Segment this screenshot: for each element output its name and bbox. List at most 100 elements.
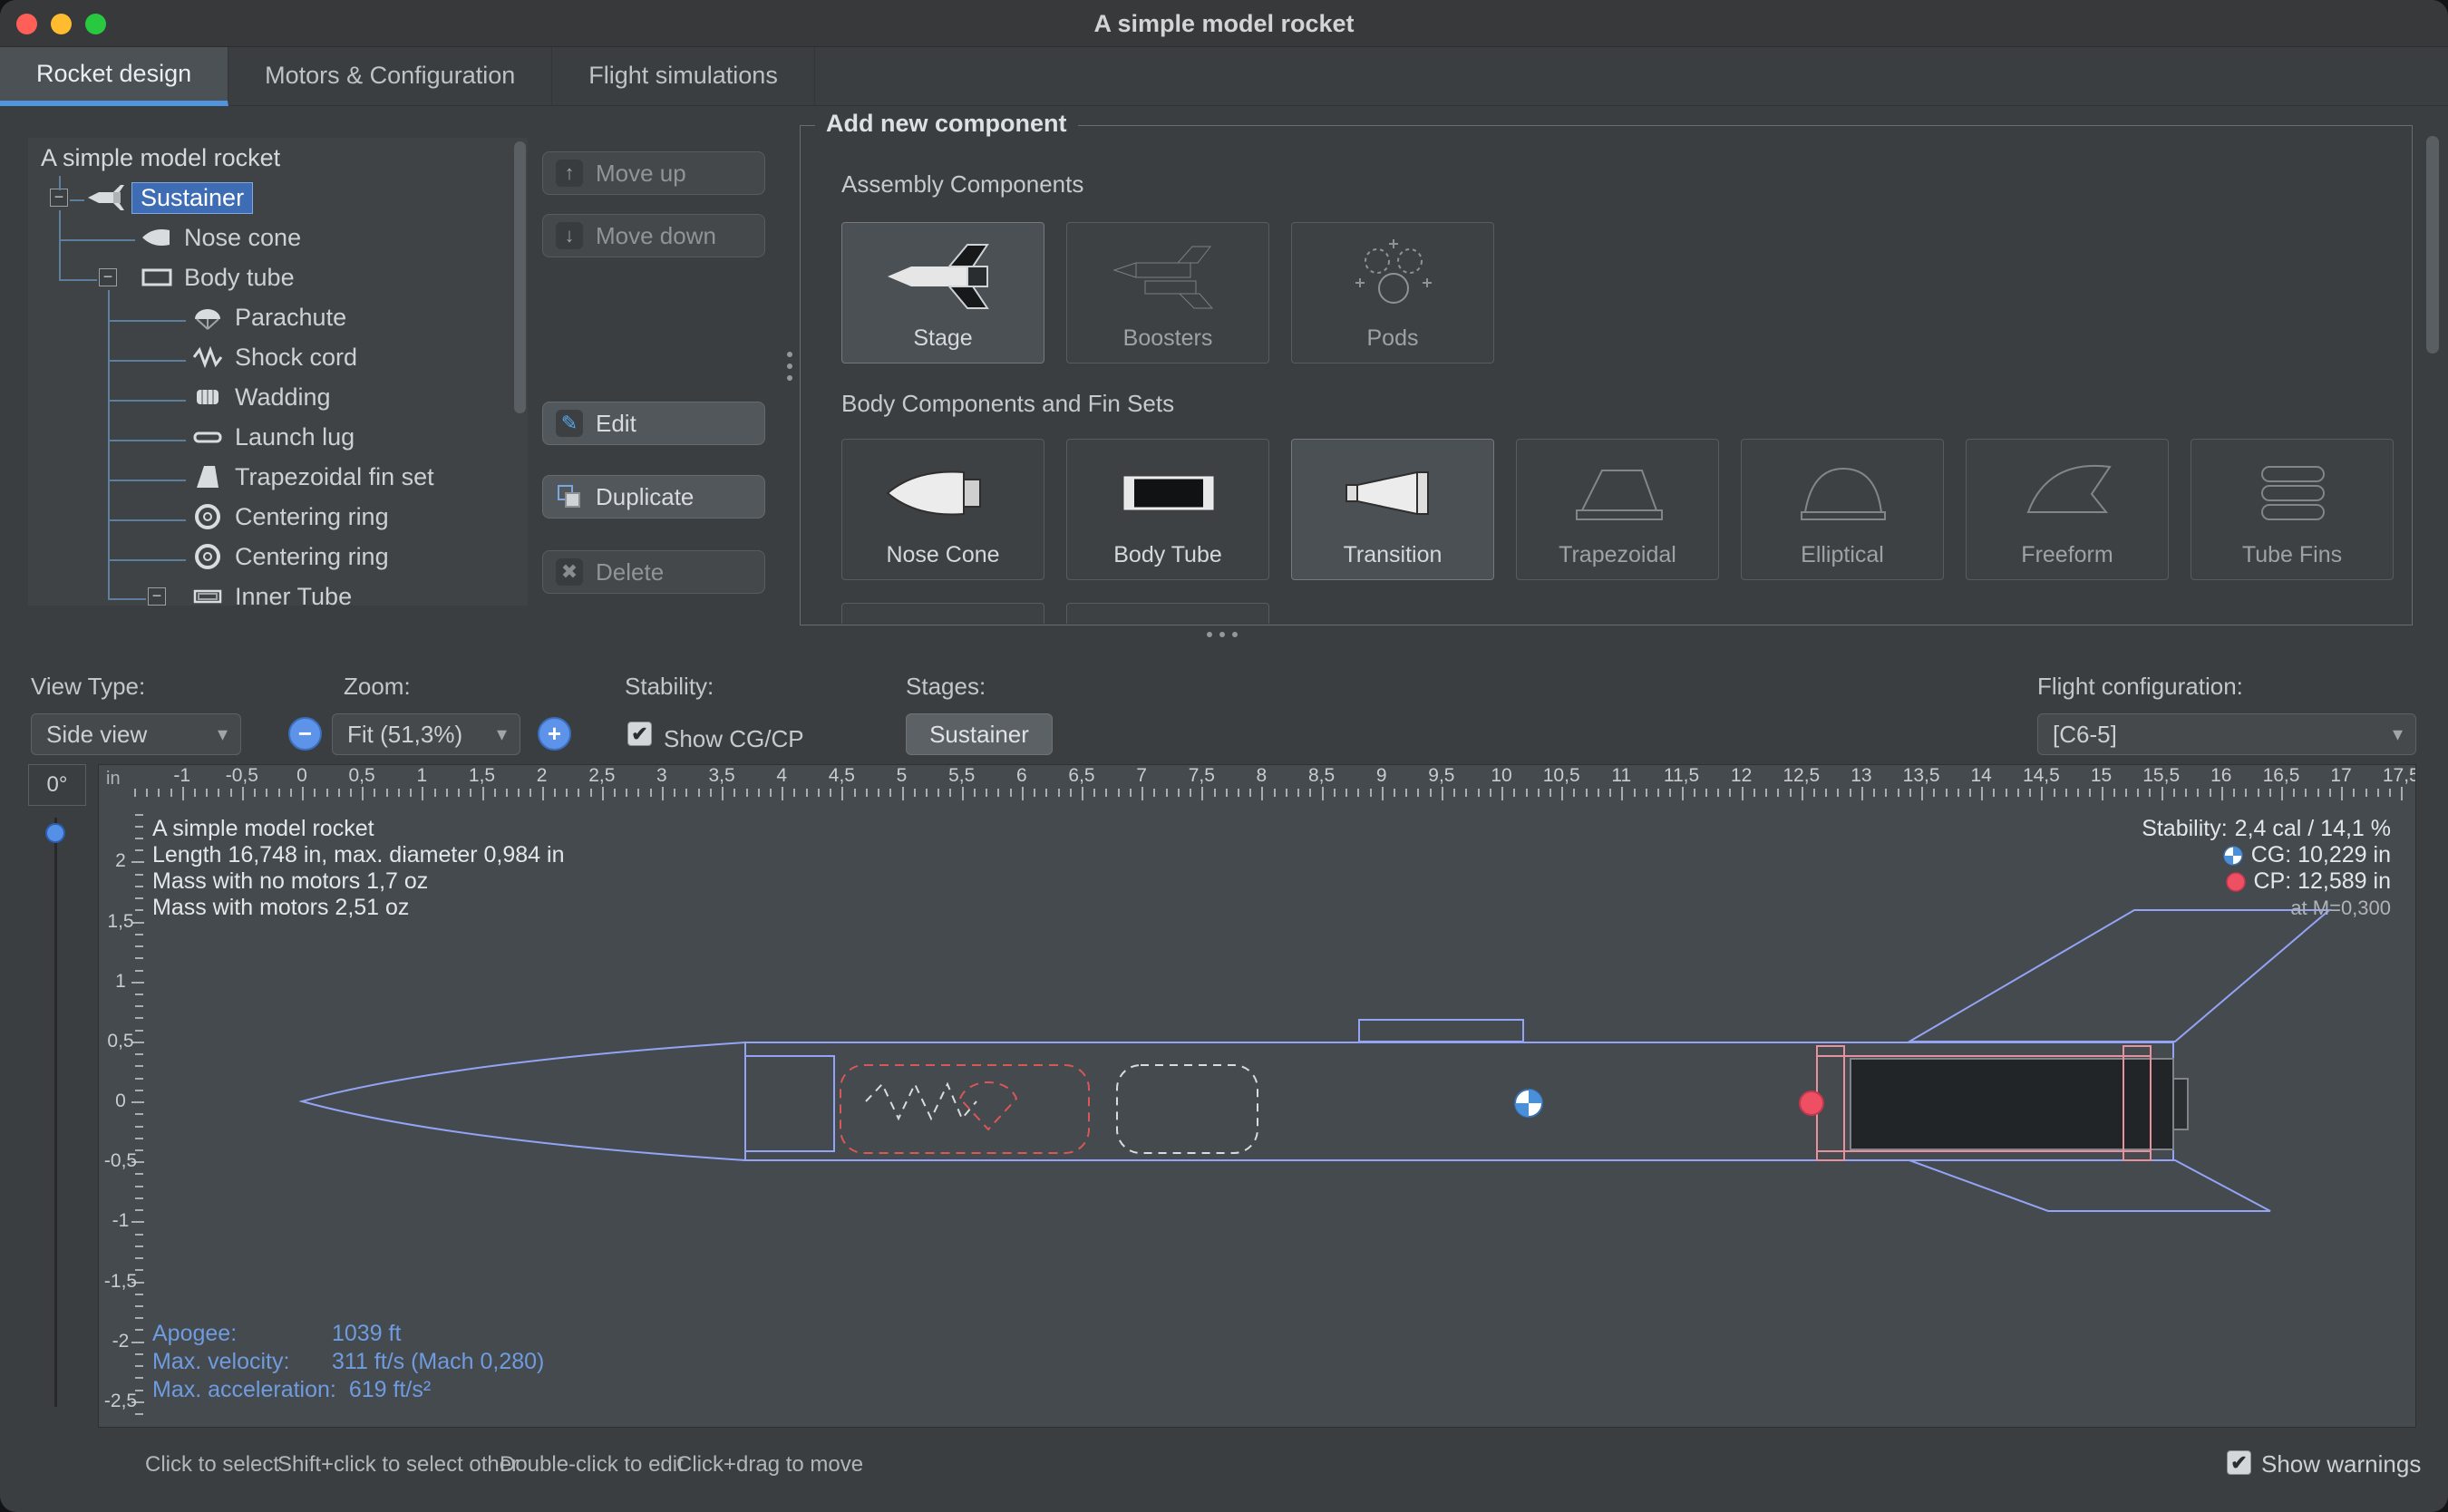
cp-legend-icon xyxy=(2225,871,2247,893)
ruler-tick xyxy=(2137,789,2139,797)
ruler-tick xyxy=(1538,789,1540,797)
tree-item-nose-cone[interactable]: Nose cone xyxy=(28,218,528,257)
ruler-tick xyxy=(2293,789,2295,797)
zoom-out-button[interactable]: − xyxy=(288,717,322,751)
tree-item-wadding[interactable]: Wadding xyxy=(28,377,528,417)
splitter-handle-horizontal[interactable] xyxy=(1207,632,1238,637)
component-button-label: Nose Cone xyxy=(842,542,1044,568)
ruler-label: 9,5 xyxy=(1428,765,1454,787)
tab-rocket-design[interactable]: Rocket design xyxy=(0,47,228,106)
flight-configuration-dropdown[interactable]: [C6-5] ▾ xyxy=(2037,713,2416,755)
zoom-in-button[interactable]: + xyxy=(538,717,571,751)
tree-item-label: Nose cone xyxy=(184,224,301,252)
show-cgcp-checkbox[interactable]: ✔ xyxy=(627,722,652,746)
collapse-handle-icon[interactable]: − xyxy=(50,189,68,207)
ruler-tick xyxy=(937,789,939,797)
rocket-name: A simple model rocket xyxy=(152,816,564,842)
ruler-tick xyxy=(878,789,879,797)
delete-button[interactable]: ✖ Delete xyxy=(542,550,765,594)
component-button-freeform[interactable]: Freeform xyxy=(1966,439,2169,580)
tree-item-parachute[interactable]: Parachute xyxy=(28,297,528,337)
move-down-button[interactable]: ↓ Move down xyxy=(542,214,765,257)
mach-note: at M=0,300 xyxy=(2290,895,2391,921)
rocket-view-canvas[interactable]: -1-0,500,511,522,533,544,555,566,577,588… xyxy=(98,764,2416,1428)
acceleration-label: Max. acceleration: xyxy=(152,1376,336,1404)
show-warnings-checkbox[interactable]: ✔ xyxy=(2227,1450,2251,1475)
component-button-nose-cone[interactable]: Nose Cone xyxy=(841,439,1044,580)
shock-cord-and-wadding[interactable] xyxy=(866,1065,1258,1153)
component-button-partial[interactable] xyxy=(841,603,1044,624)
parachute-outline[interactable] xyxy=(840,1065,1089,1153)
ruler-tick xyxy=(1453,789,1455,797)
chevron-down-icon: ▾ xyxy=(497,722,507,746)
ruler-tick xyxy=(1837,789,1839,797)
ruler-tick xyxy=(1130,789,1132,797)
ruler-tick xyxy=(446,789,448,797)
panel-scrollbar[interactable] xyxy=(2426,136,2439,354)
zoom-dropdown[interactable]: Fit (51,3%) ▾ xyxy=(332,713,520,755)
tree-item-shock-cord[interactable]: Shock cord xyxy=(28,337,528,377)
component-button-pods[interactable]: Pods xyxy=(1291,222,1494,363)
ruler-tick xyxy=(1657,789,1659,797)
ruler-tick xyxy=(637,789,639,797)
ruler-tick xyxy=(949,789,951,797)
component-button-elliptical[interactable]: Elliptical xyxy=(1741,439,1944,580)
duplicate-button[interactable]: Duplicate xyxy=(542,475,765,519)
ruler-tick xyxy=(889,789,891,797)
view-type-dropdown[interactable]: Side view ▾ xyxy=(31,713,241,755)
cp-marker-icon xyxy=(1800,1091,1823,1115)
tab-motors-configuration[interactable]: Motors & Configuration xyxy=(228,47,552,106)
ruler-tick xyxy=(135,1053,143,1055)
component-button-body-tube[interactable]: Body Tube xyxy=(1066,439,1269,580)
hint-double-click: Double-click to edit xyxy=(500,1452,684,1478)
ruler-tick xyxy=(1322,787,1324,800)
ruler-tick xyxy=(242,787,244,800)
component-button-tube-fins[interactable]: Tube Fins xyxy=(2191,439,2394,580)
fin-set-icon xyxy=(188,460,228,493)
ruler-tick xyxy=(1898,789,1899,797)
ruler-tick xyxy=(2389,789,2391,797)
component-button-partial[interactable] xyxy=(1066,603,1269,624)
collapse-handle-icon[interactable]: − xyxy=(148,587,166,606)
ruler-tick xyxy=(1022,787,1024,800)
edit-button[interactable]: ✎ Edit xyxy=(542,402,765,445)
ruler-tick xyxy=(326,789,328,797)
rotation-angle-indicator: 0° xyxy=(28,764,86,806)
ruler-tick xyxy=(135,1078,143,1080)
hint-shift-click: Shift+click to select other xyxy=(277,1452,519,1478)
ruler-tick xyxy=(602,787,604,800)
ruler-label: 6,5 xyxy=(1068,765,1094,787)
tree-item-centering-ring-1[interactable]: Centering ring xyxy=(28,497,528,537)
tab-flight-simulations[interactable]: Flight simulations xyxy=(552,47,815,106)
flight-configuration-label: Flight configuration: xyxy=(2037,673,2243,701)
component-button-label: Tube Fins xyxy=(2191,542,2393,568)
component-button-boosters[interactable]: Boosters xyxy=(1066,222,1269,363)
splitter-handle-vertical[interactable] xyxy=(787,352,792,381)
motor-block[interactable] xyxy=(1851,1059,2188,1149)
component-button-trapezoidal[interactable]: Trapezoidal xyxy=(1516,439,1719,580)
tree-item-body-tube[interactable]: − Body tube xyxy=(28,257,528,297)
stages-label: Stages: xyxy=(906,673,986,701)
stage-toggle-sustainer[interactable]: Sustainer xyxy=(906,713,1053,755)
collapse-handle-icon[interactable]: − xyxy=(99,268,117,286)
ruler-label: 1,5 xyxy=(107,911,133,933)
rotation-slider-handle[interactable] xyxy=(45,823,65,843)
tree-item-centering-ring-2[interactable]: Centering ring xyxy=(28,537,528,577)
tree-item-inner-tube[interactable]: − Inner Tube xyxy=(28,577,528,606)
ruler-tick xyxy=(146,789,148,797)
ruler-label: 7 xyxy=(1136,765,1147,787)
rotation-slider-track[interactable] xyxy=(54,818,57,1407)
ruler-tick xyxy=(398,789,400,797)
tree-item-sustainer[interactable]: − Sustainer xyxy=(28,178,528,218)
duplicate-icon xyxy=(556,483,583,510)
component-button-transition[interactable]: Transition xyxy=(1291,439,1494,580)
component-button-stage[interactable]: Stage xyxy=(841,222,1044,363)
tree-item-trapezoidal-fin-set[interactable]: Trapezoidal fin set xyxy=(28,457,528,497)
tree-scrollbar[interactable] xyxy=(514,141,526,413)
move-up-button[interactable]: ↑ Move up xyxy=(542,151,765,195)
tree-item-launch-lug[interactable]: Launch lug xyxy=(28,417,528,457)
tree-root[interactable]: A simple model rocket xyxy=(28,138,528,178)
wadding-icon xyxy=(188,381,228,413)
ruler-tick xyxy=(2017,789,2019,797)
ruler-tick xyxy=(866,789,868,797)
